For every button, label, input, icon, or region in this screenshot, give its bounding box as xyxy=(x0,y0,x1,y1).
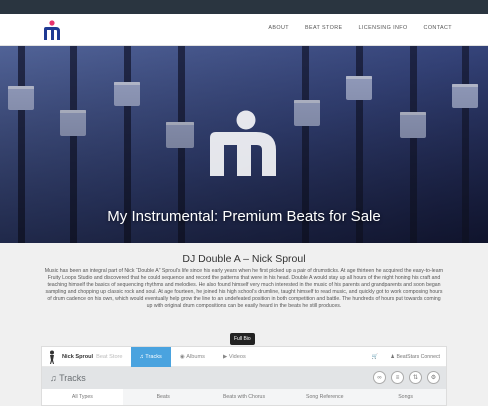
brand-logo[interactable] xyxy=(43,20,61,42)
tab-videos-label: Videos xyxy=(228,353,246,360)
hero-logo-icon xyxy=(210,110,276,176)
tracks-actions: ∞ ≡ ⇅ ⚙ xyxy=(373,371,440,384)
player-header: Nick Sproul Beat Store ♫ Tracks ◉ Albums… xyxy=(42,346,446,367)
type-songs[interactable]: Songs xyxy=(365,389,446,405)
hero-title: My Instrumental: Premium Beats for Sale xyxy=(107,208,381,225)
tab-tracks-label: Tracks xyxy=(145,353,162,360)
bio-text: Music has been an integral part of Nick … xyxy=(44,268,444,310)
full-bio-button[interactable]: Full Bio xyxy=(230,333,255,345)
settings-icon[interactable]: ⚙ xyxy=(427,371,440,384)
nav-links: ABOUT BEAT STORE LICENSING INFO CONTACT xyxy=(268,25,452,31)
tab-albums-label: Albums xyxy=(186,353,205,360)
artist-avatar-icon xyxy=(50,350,54,364)
beatstars-connect-link[interactable]: ♟ BeatStars Connect xyxy=(390,354,440,360)
tab-videos[interactable]: ▶ Videos xyxy=(214,347,255,367)
player-actions: 🛒 ♟ BeatStars Connect xyxy=(372,347,440,367)
navbar: ABOUT BEAT STORE LICENSING INFO CONTACT xyxy=(0,14,488,46)
list-icon[interactable]: ≡ xyxy=(391,371,404,384)
type-all[interactable]: All Types xyxy=(42,389,123,405)
nav-beat-store[interactable]: BEAT STORE xyxy=(305,25,343,31)
top-strip xyxy=(0,0,488,14)
track-type-filters: All Types Beats Beats with Chorus Song R… xyxy=(42,389,446,405)
beatstars-connect-label: BeatStars Connect xyxy=(396,354,440,360)
nav-about[interactable]: ABOUT xyxy=(268,25,289,31)
type-beats-with-chorus[interactable]: Beats with Chorus xyxy=(204,389,285,405)
type-song-reference[interactable]: Song Reference xyxy=(284,389,365,405)
tracks-title: ♫ Tracks xyxy=(50,373,86,383)
sort-icon[interactable]: ⇅ xyxy=(409,371,422,384)
artist-store-label: Beat Store xyxy=(96,353,123,360)
cart-icon[interactable]: 🛒 xyxy=(372,354,378,360)
tab-tracks[interactable]: ♫ Tracks xyxy=(130,346,171,367)
tab-albums[interactable]: ◉ Albums xyxy=(171,347,214,367)
link-icon[interactable]: ∞ xyxy=(373,371,386,384)
tracks-header: ♫ Tracks ∞ ≡ ⇅ ⚙ xyxy=(42,367,446,389)
hero-banner: My Instrumental: Premium Beats for Sale xyxy=(0,46,488,243)
nav-contact[interactable]: CONTACT xyxy=(424,25,452,31)
tracks-title-label: Tracks xyxy=(59,373,86,383)
artist-name: Nick Sproul xyxy=(62,353,94,360)
bio-section: DJ Double A – Nick Sproul Music has been… xyxy=(0,243,488,345)
nav-licensing-info[interactable]: LICENSING INFO xyxy=(359,25,408,31)
bio-title: DJ Double A – Nick Sproul xyxy=(182,253,306,265)
type-beats[interactable]: Beats xyxy=(123,389,204,405)
beatstars-player: Nick Sproul Beat Store ♫ Tracks ◉ Albums… xyxy=(41,346,447,406)
music-note-icon: ♫ xyxy=(50,373,60,383)
